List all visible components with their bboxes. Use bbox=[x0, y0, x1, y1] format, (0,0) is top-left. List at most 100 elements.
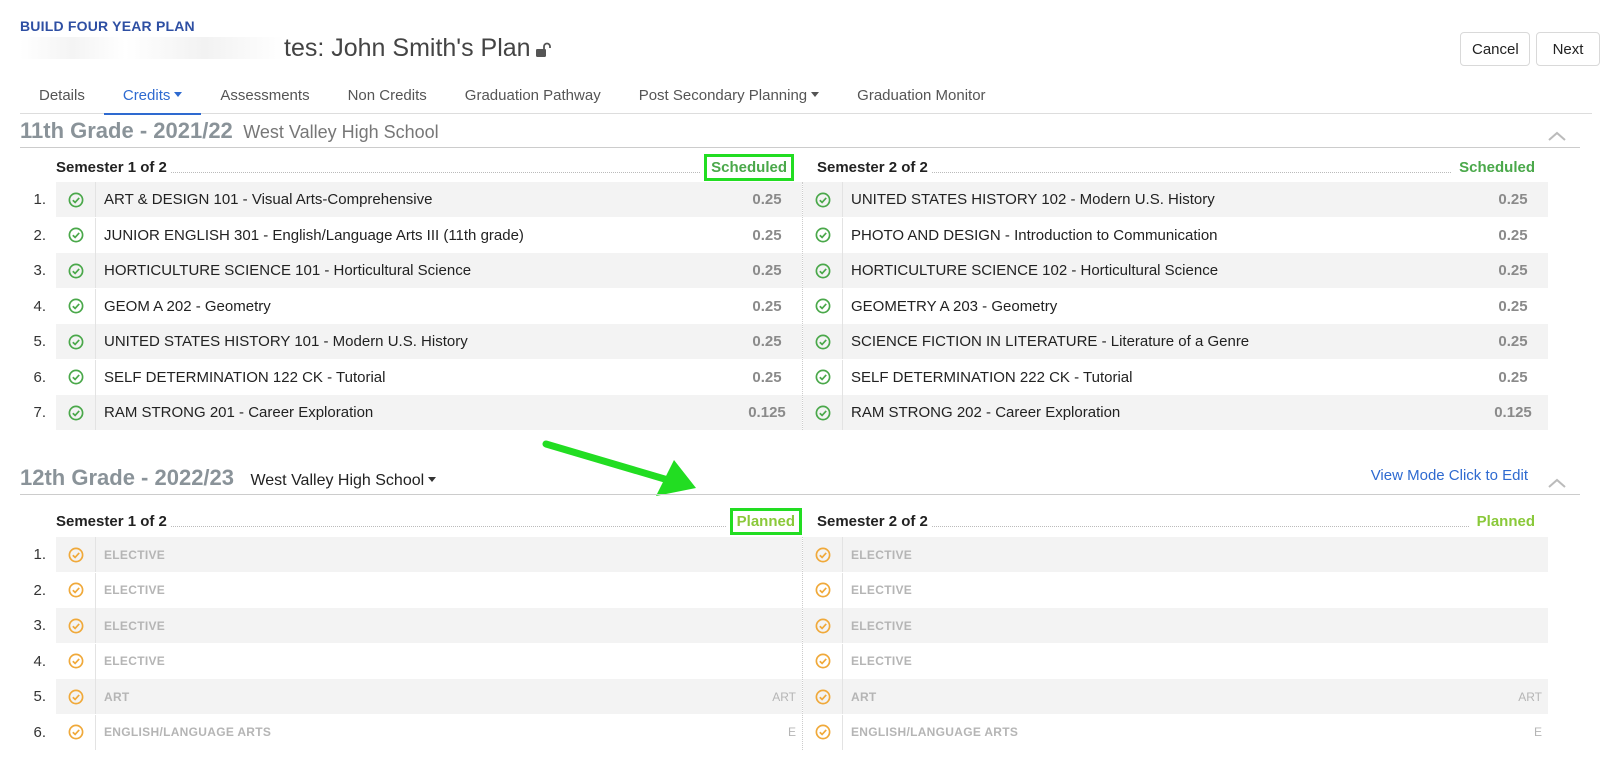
grade11-sem1-course-row[interactable]: JUNIOR ENGLISH 301 - English/Language Ar… bbox=[56, 217, 802, 253]
pending-check-icon bbox=[803, 714, 843, 750]
grade11-sem2-course-row[interactable]: HORTICULTURE SCIENCE 102 - Horticultural… bbox=[803, 253, 1548, 288]
course-credit: 0.25 bbox=[1498, 191, 1528, 208]
grade12-sem2-course-row[interactable]: ELECTIVE bbox=[803, 537, 1548, 572]
grade12-sem1-course-row[interactable]: ELECTIVE bbox=[56, 537, 802, 572]
grade12-sem1-header: Semester 1 of 2 Planned bbox=[56, 507, 802, 535]
check-circle-icon bbox=[56, 182, 96, 217]
pending-check-icon bbox=[803, 643, 843, 679]
course-credit: 0.25 bbox=[752, 262, 782, 279]
grade11-title: 11th Grade - 2021/22 bbox=[20, 118, 233, 143]
grade12-sem2-header: Semester 2 of 2 Planned bbox=[817, 508, 1539, 534]
chevron-up-icon[interactable] bbox=[1548, 475, 1566, 493]
course-name: ELECTIVE bbox=[104, 583, 166, 597]
view-mode-link[interactable]: View Mode Click to Edit bbox=[1371, 467, 1528, 484]
unlock-icon[interactable] bbox=[535, 36, 551, 65]
course-abbr: ART bbox=[1518, 689, 1542, 704]
course-name: RAM STRONG 201 - Career Exploration bbox=[104, 404, 374, 421]
grade12-sem1-course-row[interactable]: ELECTIVE bbox=[56, 643, 802, 679]
grade11-sem2-status: Scheduled bbox=[1459, 158, 1535, 176]
row-number: 7. bbox=[33, 404, 46, 421]
course-credit: 0.125 bbox=[748, 404, 786, 421]
grade12-sem1-course-row[interactable]: ART ART bbox=[56, 679, 802, 714]
course-credit: 0.25 bbox=[1498, 226, 1528, 244]
row-number: 2. bbox=[33, 226, 46, 244]
tab-graduation-pathway[interactable]: Graduation Pathway bbox=[446, 78, 620, 114]
page-kicker: BUILD FOUR YEAR PLAN bbox=[20, 18, 195, 34]
check-circle-icon bbox=[803, 253, 843, 288]
grade11-sem2-course-row[interactable]: SCIENCE FICTION IN LITERATURE - Literatu… bbox=[803, 324, 1548, 359]
course-name: SELF DETERMINATION 222 CK - Tutorial bbox=[851, 368, 1133, 386]
grade11-school: West Valley High School bbox=[243, 122, 439, 142]
course-name: JUNIOR ENGLISH 301 - English/Language Ar… bbox=[104, 226, 524, 244]
course-name: ELECTIVE bbox=[851, 654, 913, 668]
grade11-sem1-header: Semester 1 of 2 Scheduled bbox=[56, 153, 794, 181]
grade12-sem2-course-row[interactable]: ELECTIVE bbox=[803, 608, 1548, 643]
course-name: UNITED STATES HISTORY 101 - Modern U.S. … bbox=[104, 333, 468, 350]
grade11-header: 11th Grade - 2021/22 West Valley High Sc… bbox=[20, 118, 1580, 148]
course-name: ART & DESIGN 101 - Visual Arts-Comprehen… bbox=[104, 191, 433, 208]
grade12-sem2-course-row[interactable]: ELECTIVE bbox=[803, 643, 1548, 679]
grade12-sem1-course-row[interactable]: ENGLISH/LANGUAGE ARTS E bbox=[56, 714, 802, 750]
course-name: ELECTIVE bbox=[851, 618, 913, 633]
pending-check-icon bbox=[56, 608, 96, 643]
grade11-sem1-course-row[interactable]: UNITED STATES HISTORY 101 - Modern U.S. … bbox=[56, 324, 802, 359]
course-name: HORTICULTURE SCIENCE 102 - Horticultural… bbox=[851, 262, 1219, 279]
grade11-sem1-course-row[interactable]: RAM STRONG 201 - Career Exploration 0.125 bbox=[56, 395, 802, 430]
tab-graduation-monitor[interactable]: Graduation Monitor bbox=[838, 78, 1004, 114]
grade11-sem1-course-row[interactable]: GEOM A 202 - Geometry 0.25 bbox=[56, 288, 802, 324]
course-credit: 0.25 bbox=[752, 368, 782, 386]
tab-details[interactable]: Details bbox=[20, 78, 104, 114]
grade11-sem1-course-row[interactable]: SELF DETERMINATION 122 CK - Tutorial 0.25 bbox=[56, 359, 802, 395]
row-number: 6. bbox=[33, 368, 46, 386]
row-number: 5. bbox=[33, 333, 46, 350]
grade11-sem2-course-row[interactable]: GEOMETRY A 203 - Geometry 0.25 bbox=[803, 288, 1548, 324]
check-circle-icon bbox=[56, 324, 96, 359]
grade11-sem1-course-row[interactable]: HORTICULTURE SCIENCE 101 - Horticultural… bbox=[56, 253, 802, 288]
grade12-sem2-course-row[interactable]: ART ART bbox=[803, 679, 1548, 714]
row-number: 4. bbox=[33, 652, 46, 670]
page-title: tes: John Smith's Plan bbox=[20, 34, 551, 65]
row-number: 3. bbox=[33, 262, 46, 279]
course-name: ART bbox=[104, 689, 130, 704]
tab-non-credits[interactable]: Non Credits bbox=[329, 78, 446, 114]
row-number: 1. bbox=[33, 191, 46, 208]
course-name: ELECTIVE bbox=[851, 547, 913, 562]
tab-assessments[interactable]: Assessments bbox=[201, 78, 328, 114]
tab-post-secondary-planning[interactable]: Post Secondary Planning bbox=[620, 78, 838, 114]
chevron-up-icon[interactable] bbox=[1548, 128, 1566, 146]
course-name: HORTICULTURE SCIENCE 101 - Horticultural… bbox=[104, 262, 472, 279]
course-name: SELF DETERMINATION 122 CK - Tutorial bbox=[104, 368, 386, 386]
course-name: ELECTIVE bbox=[104, 654, 166, 668]
tab-credits[interactable]: Credits bbox=[103, 78, 202, 115]
grade11-sem2-course-row[interactable]: SELF DETERMINATION 222 CK - Tutorial 0.25 bbox=[803, 359, 1548, 395]
check-circle-icon bbox=[56, 217, 96, 253]
grade12-school-select[interactable]: West Valley High School bbox=[250, 472, 437, 490]
grade12-sem2-course-row[interactable]: ELECTIVE bbox=[803, 572, 1548, 608]
grade11-sem2-course-row[interactable]: PHOTO AND DESIGN - Introduction to Commu… bbox=[803, 217, 1548, 253]
check-circle-icon bbox=[803, 359, 843, 395]
pending-check-icon bbox=[803, 537, 843, 572]
next-button[interactable]: Next bbox=[1536, 32, 1600, 66]
cancel-button[interactable]: Cancel bbox=[1460, 32, 1530, 66]
course-name: PHOTO AND DESIGN - Introduction to Commu… bbox=[851, 226, 1218, 244]
grade12-sem1-course-row[interactable]: ELECTIVE bbox=[56, 572, 802, 608]
course-credit: 0.25 bbox=[1498, 262, 1528, 279]
course-name: ENGLISH/LANGUAGE ARTS bbox=[851, 725, 1019, 739]
course-name: SCIENCE FICTION IN LITERATURE - Literatu… bbox=[851, 333, 1250, 350]
grade11-sem2-course-row[interactable]: UNITED STATES HISTORY 102 - Modern U.S. … bbox=[803, 182, 1548, 217]
course-abbr: E bbox=[787, 725, 796, 739]
course-name: ELECTIVE bbox=[104, 618, 166, 633]
grade11-sem1-course-row[interactable]: ART & DESIGN 101 - Visual Arts-Comprehen… bbox=[56, 182, 802, 217]
pending-check-icon bbox=[56, 643, 96, 679]
course-abbr: E bbox=[1533, 725, 1542, 739]
grade12-sem1-course-row[interactable]: ELECTIVE bbox=[56, 608, 802, 643]
grade11-sem2-course-row[interactable]: RAM STRONG 202 - Career Exploration 0.125 bbox=[803, 395, 1548, 430]
course-abbr: ART bbox=[772, 689, 796, 704]
course-name: GEOM A 202 - Geometry bbox=[104, 297, 271, 315]
grade12-sem2-course-row[interactable]: ENGLISH/LANGUAGE ARTS E bbox=[803, 714, 1548, 750]
course-name: ENGLISH/LANGUAGE ARTS bbox=[104, 725, 272, 739]
course-credit: 0.25 bbox=[752, 333, 782, 350]
row-number: 4. bbox=[33, 297, 46, 315]
row-number: 6. bbox=[33, 723, 46, 741]
course-name: GEOMETRY A 203 - Geometry bbox=[851, 297, 1058, 315]
